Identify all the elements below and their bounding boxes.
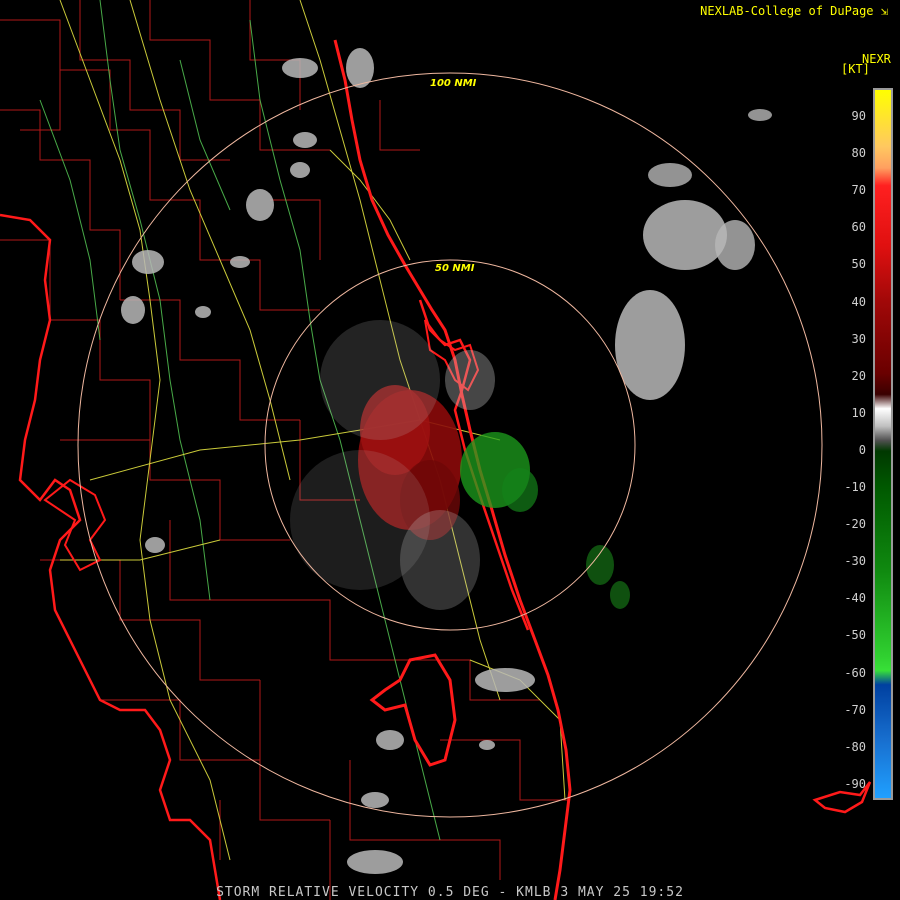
- cursor-icon: ⇲: [880, 4, 888, 18]
- legend-tick-label: 0: [858, 442, 866, 457]
- legend-tick-label: -80: [844, 739, 866, 754]
- legend-tick-label: 40: [851, 294, 866, 309]
- radar-map: 50 NMI 100 NMI: [0, 0, 900, 900]
- legend-tick-label: 60: [851, 220, 866, 235]
- legend-tick-label: -30: [844, 554, 866, 569]
- legend-tick-label: 30: [851, 331, 866, 346]
- legend-tick-label: 90: [851, 109, 866, 123]
- credit-text: NEXLAB-College of DuPage: [700, 4, 874, 18]
- range-label-50: 50 NMI: [435, 263, 475, 274]
- legend-tick-label: 50: [851, 257, 866, 272]
- header-credit: NEXLAB-College of DuPage ⇲: [700, 4, 888, 18]
- legend-tick-label: 20: [851, 368, 866, 383]
- legend-tick-label: -70: [844, 702, 866, 717]
- velocity-color-scale: [873, 88, 893, 800]
- legend-tick-label: -10: [844, 480, 866, 494]
- legend-tick-label: 70: [851, 183, 866, 198]
- legend-tick-label: -60: [844, 665, 866, 680]
- legend-tick-label: -50: [844, 628, 866, 643]
- legend-tick-label: -40: [844, 591, 866, 606]
- range-label-100: 100 NMI: [430, 78, 477, 89]
- legend-tick-label: -20: [844, 517, 866, 532]
- legend-tick-label: -90: [844, 776, 866, 791]
- legend-tick-label: 10: [851, 405, 866, 420]
- legend-units: [KT]: [841, 62, 870, 76]
- legend-tick-label: 80: [851, 146, 866, 161]
- product-title: STORM RELATIVE VELOCITY 0.5 DEG - KMLB 3…: [216, 885, 684, 900]
